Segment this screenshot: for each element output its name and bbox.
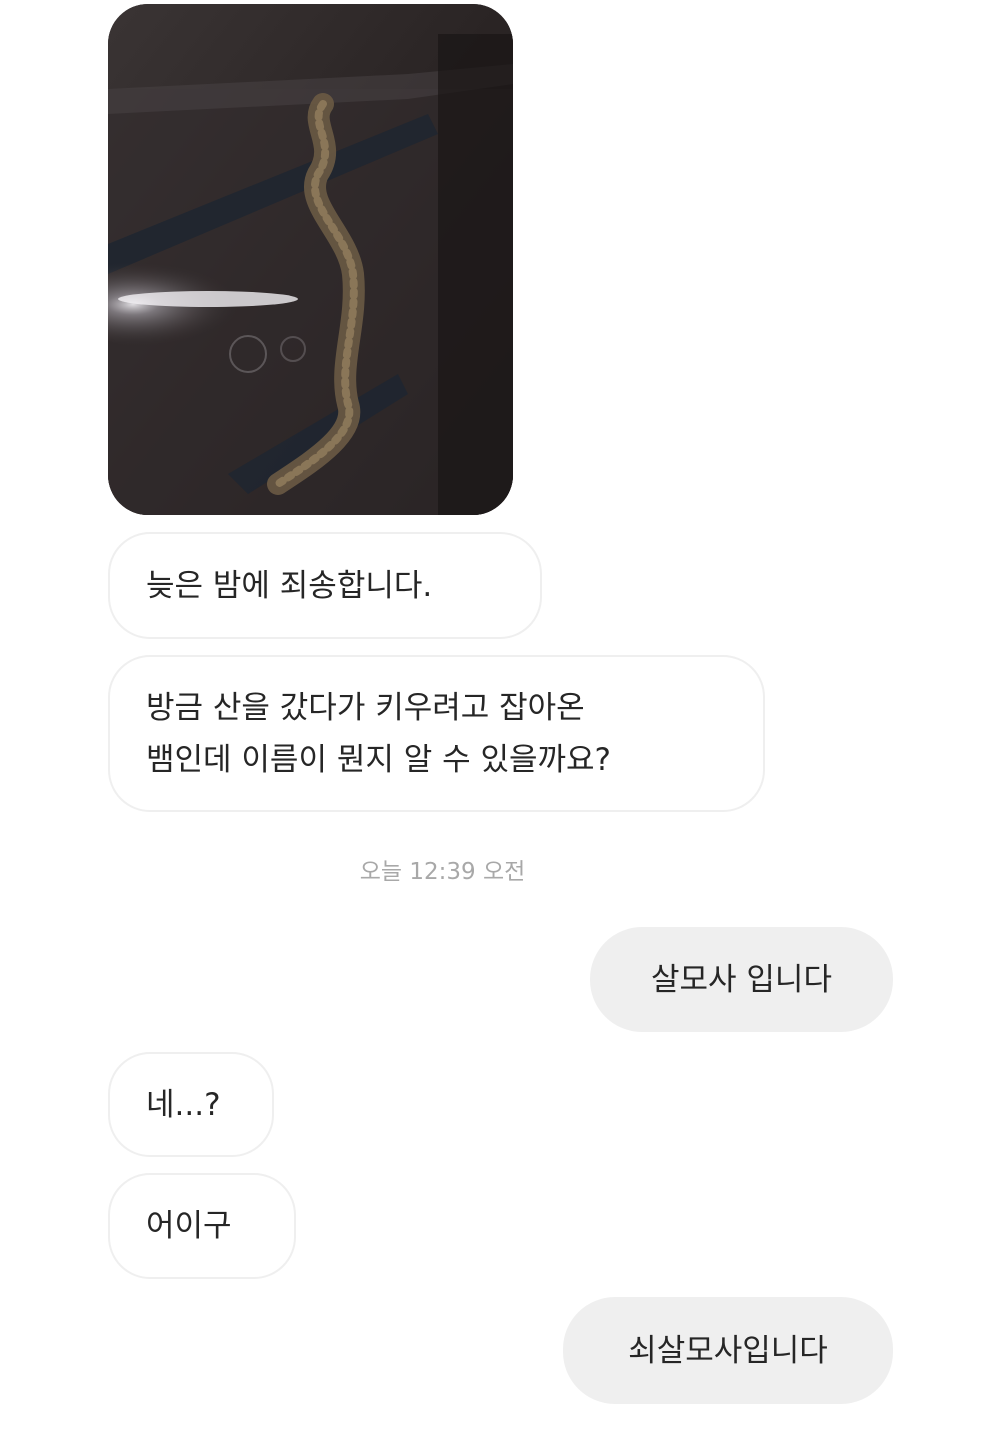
message-text: 어이구 <box>146 1208 232 1244</box>
snake-photo-image <box>108 4 513 515</box>
message-text-line: 뱀인데 이름이 뭔지 알 수 있을까요? <box>146 741 612 778</box>
message-timestamp: 오늘 12:39 오전 <box>359 859 526 885</box>
message-text: 네...? <box>146 1086 221 1123</box>
message-text: 늦은 밤에 죄송합니다. <box>146 567 433 604</box>
message-text: 쇠살모사입니다 <box>628 1332 828 1369</box>
message-bubble-incoming[interactable]: 방금 산을 갔다가 키우려고 잡아온 뱀인데 이름이 뭔지 알 수 있을까요? <box>108 655 765 812</box>
message-bubble-outgoing[interactable]: 살모사 입니다 <box>590 927 893 1032</box>
message-bubble-incoming[interactable]: 늦은 밤에 죄송합니다. <box>108 532 542 639</box>
message-text: 살모사 입니다 <box>651 961 832 998</box>
shared-photo-snake-in-container[interactable] <box>108 4 513 515</box>
message-text-line: 방금 산을 갔다가 키우려고 잡아온 <box>146 689 585 726</box>
message-bubble-outgoing[interactable]: 쇠살모사입니다 <box>563 1297 893 1404</box>
message-bubble-incoming[interactable]: 네...? <box>108 1052 274 1157</box>
message-bubble-incoming[interactable]: 어이구 <box>108 1173 296 1279</box>
